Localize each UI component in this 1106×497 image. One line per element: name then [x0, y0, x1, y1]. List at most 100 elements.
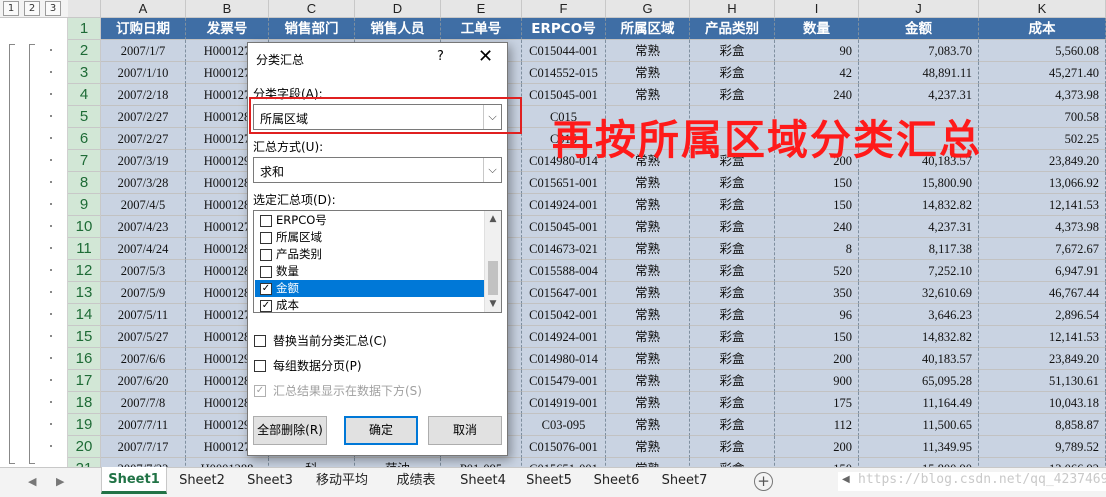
header-cell[interactable]: ERPCO号: [522, 18, 606, 40]
table-cell[interactable]: 12,141.53: [979, 326, 1106, 348]
table-cell[interactable]: 2007/4/24: [101, 238, 186, 260]
summary-item-checkbox[interactable]: [260, 266, 272, 278]
column-header-j[interactable]: J: [859, 0, 979, 18]
table-cell[interactable]: 常熟: [606, 216, 690, 238]
table-cell[interactable]: 常熟: [606, 370, 690, 392]
outline-level-3-button[interactable]: 3: [45, 1, 61, 16]
table-cell[interactable]: 彩盒: [690, 282, 775, 304]
table-cell[interactable]: 彩盒: [690, 348, 775, 370]
table-cell[interactable]: 14,832.82: [859, 194, 979, 216]
summary-item-checkbox[interactable]: ✓: [260, 300, 272, 312]
table-cell[interactable]: 11,164.49: [859, 392, 979, 414]
table-cell[interactable]: 2007/5/3: [101, 260, 186, 282]
help-icon[interactable]: ?: [437, 49, 444, 64]
column-header-f[interactable]: F: [522, 0, 606, 18]
table-cell[interactable]: 彩盒: [690, 370, 775, 392]
table-cell[interactable]: 900: [775, 370, 859, 392]
table-cell[interactable]: 2007/5/11: [101, 304, 186, 326]
table-cell[interactable]: 7,252.10: [859, 260, 979, 282]
table-cell[interactable]: 502.25: [979, 128, 1106, 150]
replace-current-checkbox[interactable]: [254, 335, 266, 347]
table-cell[interactable]: 90: [775, 40, 859, 62]
table-cell[interactable]: 240: [775, 216, 859, 238]
row-header[interactable]: 16: [68, 348, 101, 370]
table-cell[interactable]: 彩盒: [690, 414, 775, 436]
table-cell[interactable]: 彩盒: [690, 238, 775, 260]
table-cell[interactable]: 2007/7/8: [101, 392, 186, 414]
column-header-e[interactable]: E: [441, 0, 522, 18]
table-cell[interactable]: 350: [775, 282, 859, 304]
table-cell[interactable]: 700.58: [979, 106, 1106, 128]
table-cell[interactable]: C014924-001: [522, 326, 606, 348]
column-header-d[interactable]: D: [355, 0, 441, 18]
sheet-tab[interactable]: Sheet5: [515, 468, 583, 494]
sheet-tab[interactable]: Sheet3: [237, 468, 303, 494]
page-break-option[interactable]: 每组数据分页(P): [253, 358, 362, 374]
sheet-tab[interactable]: Sheet4: [451, 468, 515, 494]
row-header[interactable]: 8: [68, 172, 101, 194]
table-cell[interactable]: 2007/5/27: [101, 326, 186, 348]
table-cell[interactable]: 2007/5/9: [101, 282, 186, 304]
table-cell[interactable]: 常熟: [606, 260, 690, 282]
table-cell[interactable]: 40,183.57: [859, 348, 979, 370]
table-cell[interactable]: C015651-001: [522, 172, 606, 194]
row-header[interactable]: 19: [68, 414, 101, 436]
list-scrollbar[interactable]: ▲ ▼: [484, 211, 501, 312]
row-header[interactable]: 4: [68, 84, 101, 106]
sheet-tab[interactable]: 成绩表: [381, 468, 451, 494]
table-cell[interactable]: 13,066.92: [979, 172, 1106, 194]
table-cell[interactable]: 常熟: [606, 194, 690, 216]
outline-bracket-level1[interactable]: [9, 44, 15, 464]
column-header-b[interactable]: B: [186, 0, 269, 18]
table-cell[interactable]: 2,896.54: [979, 304, 1106, 326]
table-cell[interactable]: 常熟: [606, 326, 690, 348]
table-cell[interactable]: 常熟: [606, 172, 690, 194]
scroll-down-icon[interactable]: ▼: [485, 296, 501, 312]
row-header[interactable]: 6: [68, 128, 101, 150]
summary-item[interactable]: ✓ 金额: [255, 280, 484, 297]
table-cell[interactable]: 彩盒: [690, 84, 775, 106]
table-cell[interactable]: 2007/7/17: [101, 436, 186, 458]
outline-bracket-level2[interactable]: [29, 44, 35, 464]
chevron-down-icon[interactable]: ⌵: [483, 158, 501, 182]
table-cell[interactable]: C03-095: [522, 414, 606, 436]
table-cell[interactable]: 常熟: [606, 238, 690, 260]
column-header-g[interactable]: G: [606, 0, 690, 18]
table-cell[interactable]: C015479-001: [522, 370, 606, 392]
row-header[interactable]: 13: [68, 282, 101, 304]
table-cell[interactable]: 彩盒: [690, 62, 775, 84]
table-cell[interactable]: 23,849.20: [979, 150, 1106, 172]
table-cell[interactable]: 4,373.98: [979, 216, 1106, 238]
table-cell[interactable]: 11,349.95: [859, 436, 979, 458]
table-cell[interactable]: C015045-001: [522, 216, 606, 238]
table-cell[interactable]: C014980-014: [522, 348, 606, 370]
table-cell[interactable]: 2007/2/18: [101, 84, 186, 106]
table-cell[interactable]: 520: [775, 260, 859, 282]
header-cell[interactable]: 销售人员: [355, 18, 441, 40]
scroll-up-icon[interactable]: ▲: [485, 211, 501, 227]
header-cell[interactable]: 成本: [979, 18, 1106, 40]
sheet-tab[interactable]: Sheet6: [583, 468, 650, 494]
row-header[interactable]: 9: [68, 194, 101, 216]
sheet-tab[interactable]: Sheet2: [167, 468, 237, 494]
table-cell[interactable]: C015045-001: [522, 84, 606, 106]
row-header[interactable]: 7: [68, 150, 101, 172]
table-cell[interactable]: 6,947.91: [979, 260, 1106, 282]
header-cell[interactable]: 发票号: [186, 18, 269, 40]
remove-all-button[interactable]: 全部删除(R): [253, 416, 327, 445]
table-cell[interactable]: 2007/3/28: [101, 172, 186, 194]
table-cell[interactable]: 3,646.23: [859, 304, 979, 326]
header-cell[interactable]: 所属区域: [606, 18, 690, 40]
table-cell[interactable]: 15,800.90: [859, 172, 979, 194]
replace-current-option[interactable]: 替换当前分类汇总(C): [253, 333, 387, 349]
row-header[interactable]: 2: [68, 40, 101, 62]
table-cell[interactable]: 2007/1/10: [101, 62, 186, 84]
table-cell[interactable]: 65,095.28: [859, 370, 979, 392]
sheet-tab[interactable]: 移动平均: [303, 468, 381, 494]
table-cell[interactable]: 200: [775, 436, 859, 458]
function-select[interactable]: 求和 ⌵: [253, 157, 502, 183]
table-cell[interactable]: 175: [775, 392, 859, 414]
summary-item[interactable]: 产品类别: [255, 246, 484, 263]
row-header[interactable]: 15: [68, 326, 101, 348]
header-cell[interactable]: 订购日期: [101, 18, 186, 40]
